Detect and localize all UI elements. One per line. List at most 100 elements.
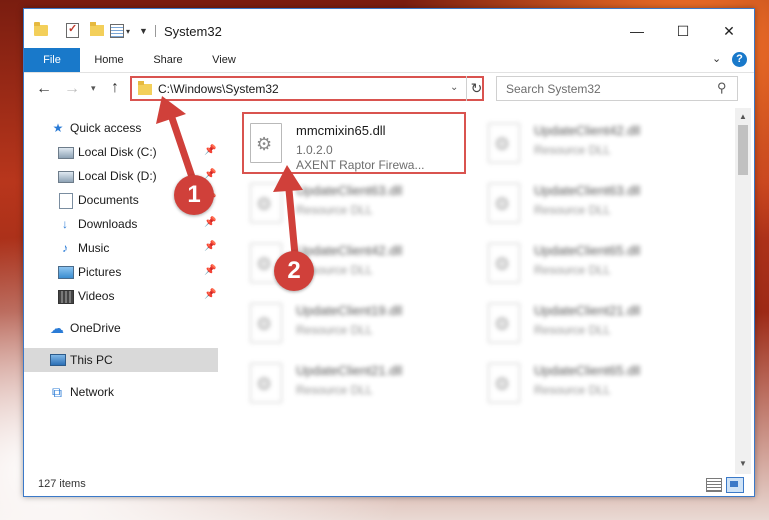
pin-icon[interactable]: 📌 (204, 217, 216, 228)
file-version: 1.0.2.0 (296, 143, 333, 157)
help-icon[interactable]: ? (732, 52, 747, 67)
customize-quick-access-icon[interactable]: ▼ (139, 26, 148, 36)
item-count: 127 items (38, 478, 86, 490)
pin-icon[interactable]: 📌 (204, 265, 216, 276)
file-tile[interactable]: ⚙ UpdateClient63.dll Resource DLL (482, 174, 702, 232)
address-bar[interactable]: C:\Windows\System32 ⌄ (130, 76, 484, 101)
sidebar-item-local-disk-c[interactable]: Local Disk (C:) 📌 (24, 140, 218, 164)
title-separator (155, 25, 156, 37)
file-description: Resource DLL (534, 143, 611, 157)
file-name: UpdateClient63.dll (296, 183, 403, 198)
minimize-button[interactable]: — (614, 17, 660, 45)
file-tile[interactable]: ⚙ UpdateClient63.dll Resource DLL (244, 174, 464, 232)
file-tile[interactable]: ⚙ UpdateClient65.dll Resource DLL (482, 354, 702, 412)
file-name: UpdateClient65.dll (534, 363, 641, 378)
gear-icon: ⚙ (494, 374, 511, 394)
download-icon: ↓ (62, 217, 68, 231)
sidebar-item-this-pc[interactable]: This PC (24, 348, 218, 372)
file-tile[interactable]: ⚙ UpdateClient42.dll Resource DLL (482, 114, 702, 172)
file-description: Resource DLL (534, 263, 611, 277)
file-description: Resource DLL (296, 323, 373, 337)
disk-icon (58, 171, 74, 183)
forward-arrow-icon[interactable]: → (64, 80, 80, 98)
tab-file[interactable]: File (24, 48, 80, 72)
dll-file-icon: ⚙ (488, 183, 520, 223)
sidebar-item-label: Quick access (70, 121, 142, 135)
file-description: Resource DLL (296, 383, 373, 397)
address-path[interactable]: C:\Windows\System32 (158, 82, 279, 96)
navigation-pane: ★ Quick access Local Disk (C:) 📌 Local D… (24, 108, 220, 468)
file-description: AXENT Raptor Firewa... (296, 158, 425, 172)
sidebar-item-videos[interactable]: Videos 📌 (24, 284, 218, 308)
sidebar-item-label: Local Disk (C:) (78, 145, 157, 159)
gear-icon: ⚙ (494, 254, 511, 274)
sidebar-item-onedrive[interactable]: ☁ OneDrive (24, 316, 218, 340)
pin-icon[interactable]: 📌 (204, 241, 216, 252)
properties-check-icon[interactable] (66, 22, 79, 38)
file-tile[interactable]: ⚙ UpdateClient21.dll Resource DLL (482, 294, 702, 352)
properties-icon[interactable] (110, 24, 124, 38)
tab-view[interactable]: View (202, 48, 246, 72)
file-tile-highlighted[interactable]: ⚙ mmcmixin65.dll 1.0.2.0 AXENT Raptor Fi… (242, 112, 466, 174)
dll-file-icon: ⚙ (250, 183, 282, 223)
dll-file-icon: ⚙ (488, 123, 520, 163)
disk-icon (58, 147, 74, 159)
file-name: UpdateClient42.dll (296, 243, 403, 258)
sidebar-item-pictures[interactable]: Pictures 📌 (24, 260, 218, 284)
callout-number-1: 1 (174, 175, 214, 215)
file-description: Resource DLL (534, 323, 611, 337)
large-icons-view-icon[interactable] (726, 477, 744, 493)
details-view-icon[interactable] (706, 478, 722, 492)
sidebar-item-music[interactable]: ♪ Music 📌 (24, 236, 218, 260)
pin-icon[interactable]: 📌 (204, 289, 216, 300)
scroll-down-icon[interactable]: ▼ (739, 459, 747, 468)
file-tile[interactable]: ⚙ UpdateClient19.dll Resource DLL (244, 294, 464, 352)
up-arrow-icon[interactable]: ↑ (111, 79, 119, 97)
back-arrow-icon[interactable]: ← (36, 80, 52, 98)
gear-icon: ⚙ (256, 194, 273, 214)
sidebar-item-network[interactable]: ⧉ Network (24, 380, 218, 404)
sidebar-item-downloads[interactable]: ↓ Downloads 📌 (24, 212, 218, 236)
close-button[interactable]: ✕ (706, 17, 752, 45)
cloud-icon: ☁ (50, 320, 64, 336)
sidebar-item-label: This PC (70, 353, 113, 367)
dll-file-icon: ⚙ (488, 243, 520, 283)
navigation-bar: ← → ▾ ↑ C:\Windows\System32 ⌄ ↻ Search S… (24, 73, 754, 106)
status-bar: 127 items (24, 474, 754, 496)
window-title: System32 (164, 24, 222, 39)
gear-icon: ⚙ (256, 254, 273, 274)
chevron-down-icon[interactable]: ⌄ (450, 82, 458, 93)
file-description: Resource DLL (534, 203, 611, 217)
vertical-scrollbar[interactable]: ▲ ▼ (735, 108, 751, 474)
new-folder-icon[interactable] (90, 22, 104, 36)
tab-share[interactable]: Share (142, 48, 194, 72)
file-name: UpdateClient19.dll (296, 303, 403, 318)
file-name: UpdateClient65.dll (534, 243, 641, 258)
search-input[interactable]: Search System32 ⚲ (496, 76, 738, 101)
scroll-up-icon[interactable]: ▲ (739, 112, 747, 121)
ribbon-tabs: File Home Share View ⌄ ? (24, 48, 754, 73)
maximize-button[interactable]: ☐ (660, 17, 706, 45)
folder-icon[interactable] (34, 22, 48, 36)
file-tile[interactable]: ⚙ UpdateClient21.dll Resource DLL (244, 354, 464, 412)
pin-icon[interactable]: 📌 (204, 145, 216, 156)
dll-file-icon: ⚙ (488, 363, 520, 403)
music-icon: ♪ (62, 241, 68, 255)
videos-icon (58, 290, 74, 304)
scrollbar-thumb[interactable] (738, 125, 748, 175)
tab-home[interactable]: Home (84, 48, 134, 72)
search-icon[interactable]: ⚲ (717, 80, 727, 96)
file-tile[interactable]: ⚙ UpdateClient65.dll Resource DLL (482, 234, 702, 292)
file-name: UpdateClient63.dll (534, 183, 641, 198)
recent-locations-icon[interactable]: ▾ (91, 83, 96, 94)
callout-number-2: 2 (274, 251, 314, 291)
title-bar: ▾ ▼ System32 — ☐ ✕ (24, 9, 754, 48)
sidebar-item-quick-access[interactable]: ★ Quick access (24, 116, 218, 140)
dll-file-icon: ⚙ (488, 303, 520, 343)
refresh-icon[interactable]: ↻ (466, 76, 486, 101)
gear-icon: ⚙ (256, 134, 273, 154)
file-name: UpdateClient21.dll (534, 303, 641, 318)
dll-file-icon: ⚙ (250, 303, 282, 343)
chevron-down-icon[interactable]: ▾ (126, 27, 130, 36)
expand-ribbon-icon[interactable]: ⌄ (712, 52, 721, 65)
